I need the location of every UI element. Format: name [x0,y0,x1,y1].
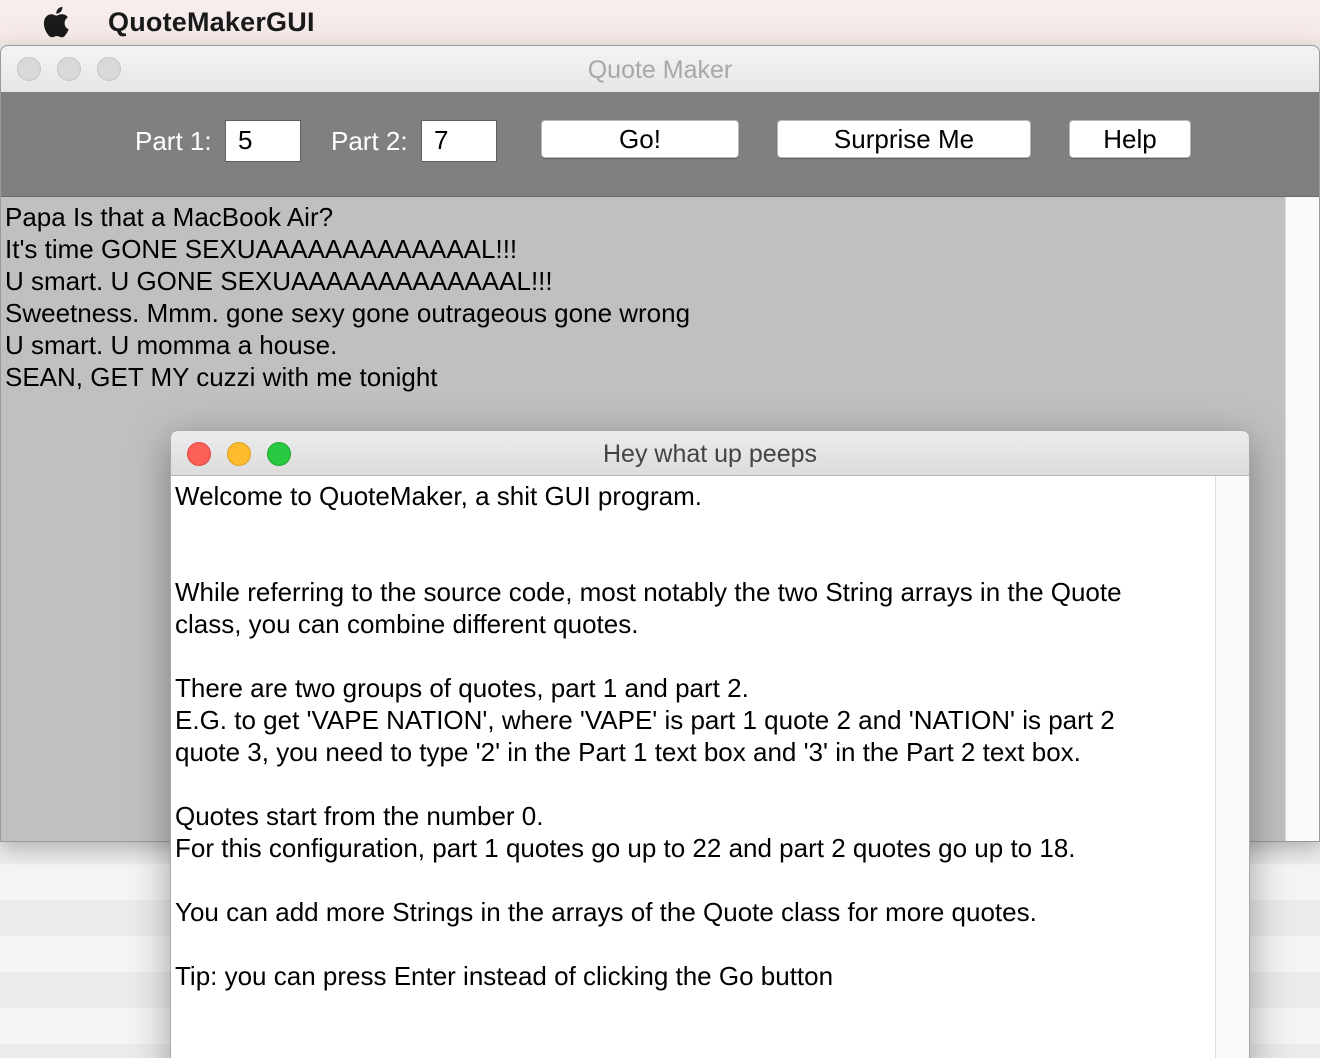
dialog-line: E.G. to get 'VAPE NATION', where 'VAPE' … [175,705,1115,735]
part2-input[interactable]: 7 [421,120,497,162]
surprise-me-button[interactable]: Surprise Me [777,120,1031,158]
main-window-title: Quote Maker [587,56,733,84]
dialog-line [175,640,1215,672]
output-line: Sweetness. Mmm. gone sexy gone outrageou… [5,298,691,328]
dialog-line [175,768,1215,800]
dialog-line: For this configuration, part 1 quotes go… [175,833,1076,863]
app-name-menu[interactable]: QuoteMakerGUI [108,7,315,38]
dialog-line [175,928,1215,960]
output-line: U smart. U GONE SEXUAAAAAAAAAAAAAL!!! [5,266,553,296]
input-toolbar: Part 1: 5 Part 2: 7 Go! Surprise Me Help [1,92,1319,197]
dialog-line [175,864,1215,896]
main-window-titlebar[interactable]: Quote Maker [1,46,1319,93]
help-dialog-window: Hey what up peeps Welcome to QuoteMaker,… [170,430,1250,1058]
dialog-line: quote 3, you need to type '2' in the Par… [175,737,1081,767]
dialog-text-area[interactable]: Welcome to QuoteMaker, a shit GUI progra… [171,476,1215,1058]
dialog-line: While referring to the source code, most… [175,577,1122,607]
part1-input[interactable]: 5 [225,120,301,162]
dialog-scrollbar[interactable] [1215,476,1249,1058]
menu-bar: QuoteMakerGUI [0,0,1320,44]
dialog-line: There are two groups of quotes, part 1 a… [175,673,749,703]
dialog-title: Hey what up peeps [602,440,818,468]
dialog-line [175,512,1215,544]
dialog-line: Quotes start from the number 0. [175,801,544,831]
help-button[interactable]: Help [1069,120,1191,158]
output-line: SEAN, GET MY cuzzi with me tonight [5,362,438,392]
dialog-line: class, you can combine different quotes. [175,609,639,639]
output-scrollbar[interactable] [1285,197,1319,841]
dialog-line: Welcome to QuoteMaker, a shit GUI progra… [175,481,702,511]
part2-label: Part 2: [331,126,408,156]
go-button[interactable]: Go! [541,120,739,158]
dialog-line: You can add more Strings in the arrays o… [175,897,1037,927]
part1-label: Part 1: [135,126,212,156]
output-line: U smart. U momma a house. [5,330,338,360]
output-line: It's time GONE SEXUAAAAAAAAAAAAAL!!! [5,234,518,264]
apple-logo-icon[interactable] [40,6,70,38]
output-line: Papa Is that a MacBook Air? [5,202,334,232]
dialog-line [175,544,1215,576]
dialog-titlebar[interactable]: Hey what up peeps [171,431,1249,476]
dialog-line: Tip: you can press Enter instead of clic… [175,961,834,991]
